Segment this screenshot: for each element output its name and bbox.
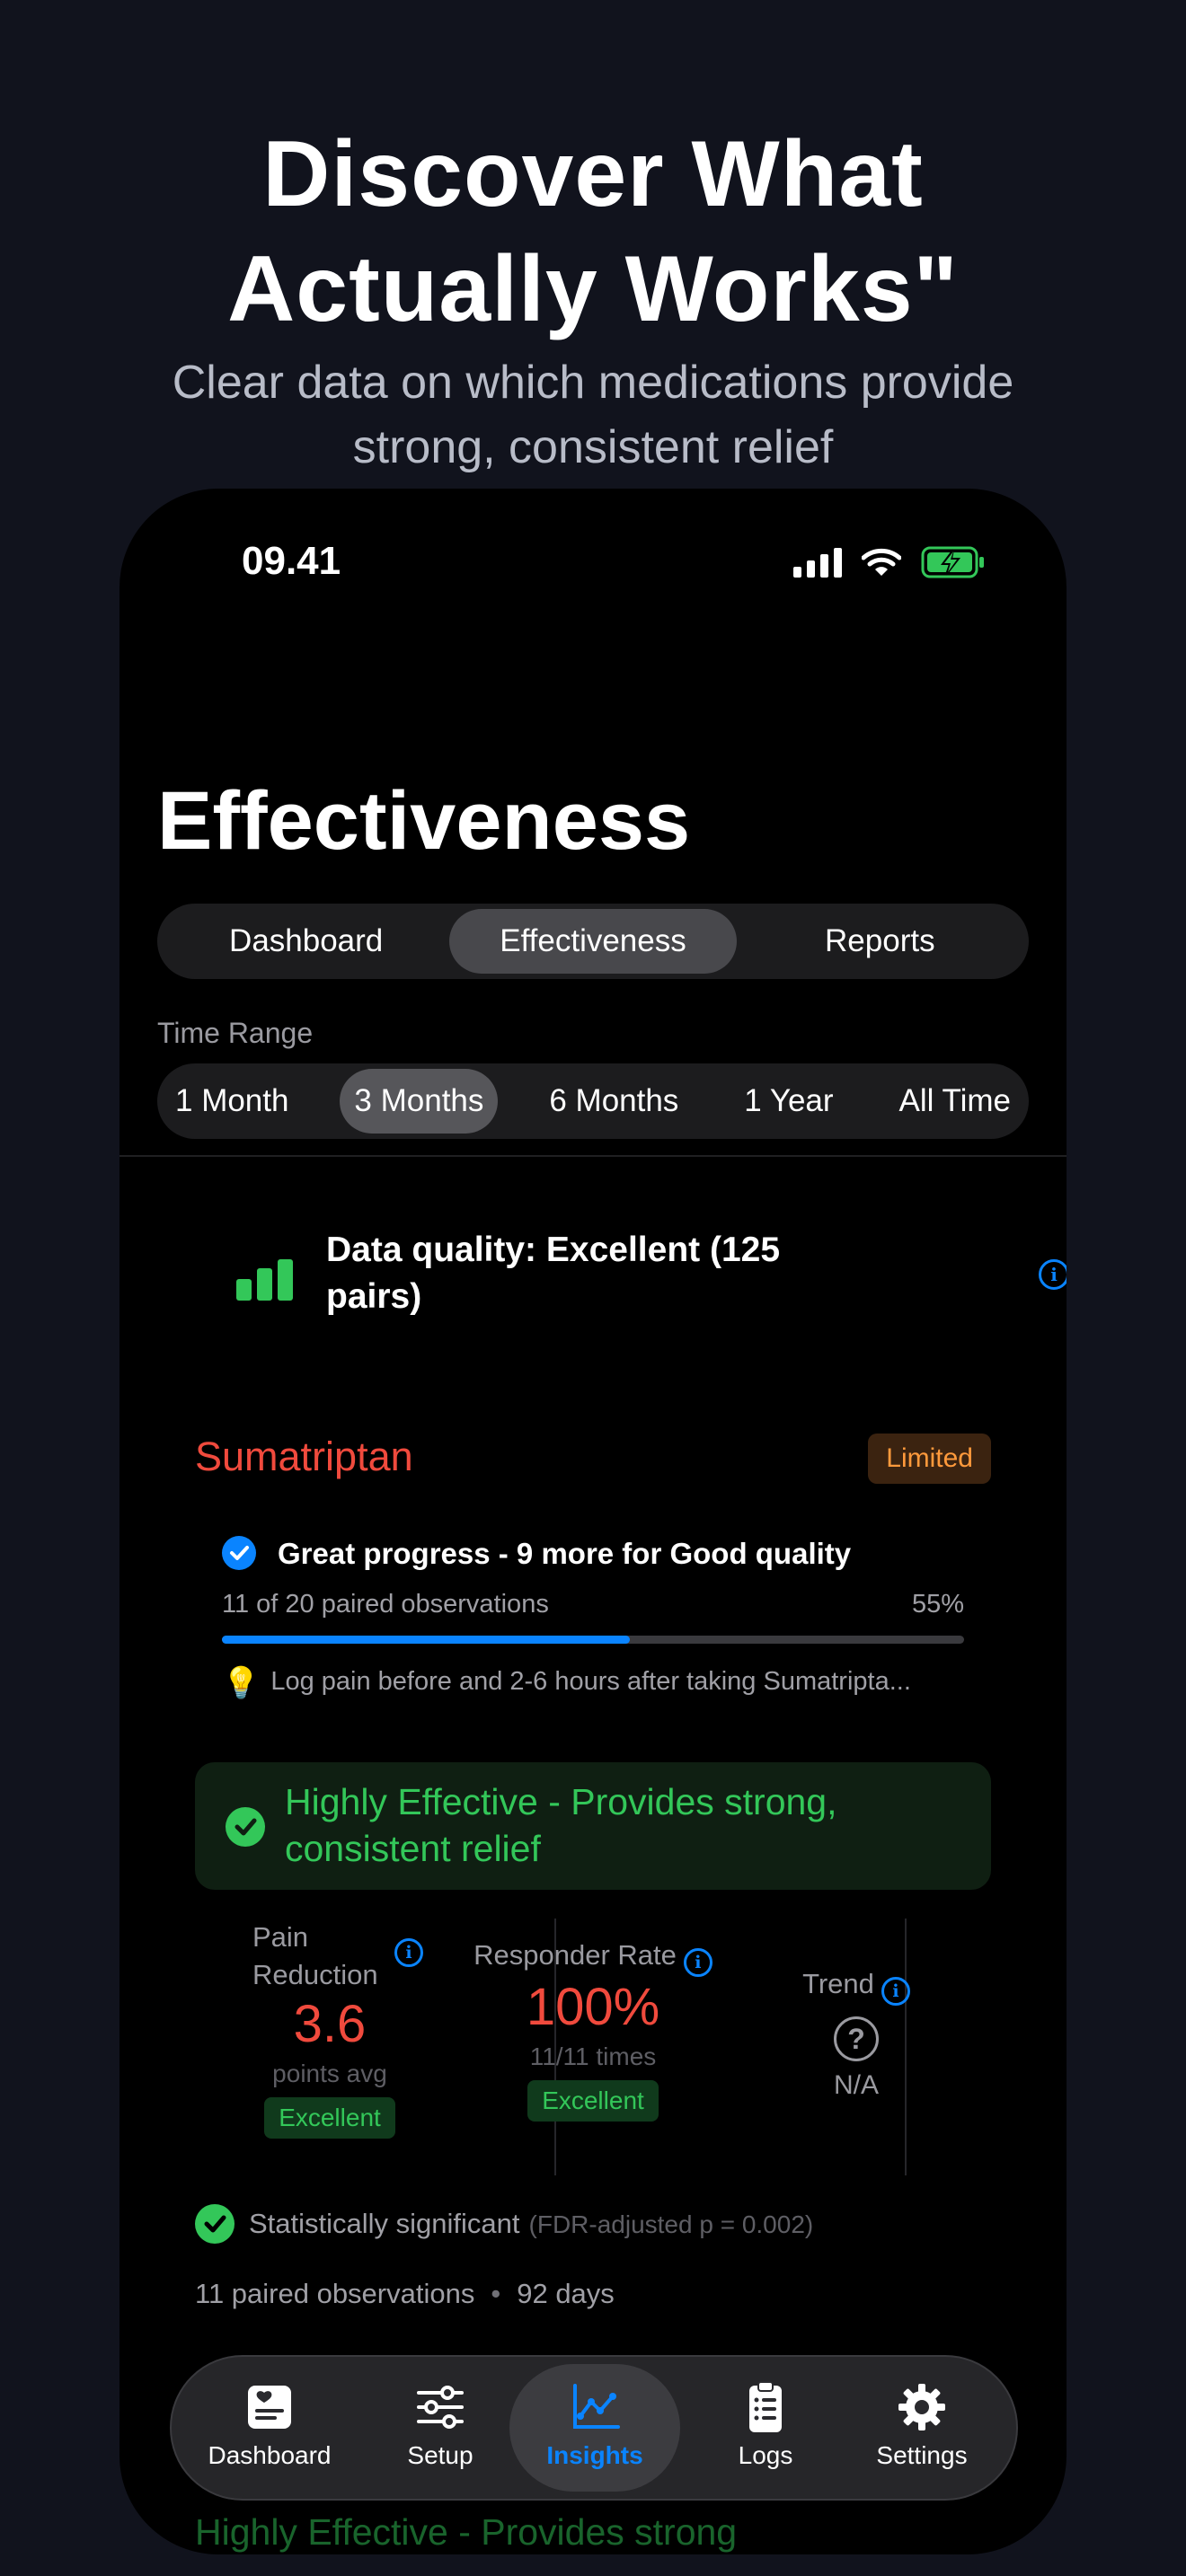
check-circle-icon <box>226 1807 265 1847</box>
pain-reduction-label: Pain Reduction <box>252 1921 378 1990</box>
significance-row: Statistically significant (FDR-adjusted p… <box>195 2204 813 2244</box>
quality-bars-icon <box>236 1259 293 1301</box>
responder-rate-rating: Excellent <box>527 2080 659 2122</box>
promo-headline-line-2: Actually Works" <box>227 237 959 341</box>
logging-tip: 💡 Log pain before and 2-6 hours after tak… <box>222 1665 911 1701</box>
data-quality-row: Data quality: Excellent (125 pairs) i <box>236 1227 1067 1335</box>
metrics-row: Pain Reduction i 3.6 points avg Excellent… <box>195 1919 991 2179</box>
line-chart-icon <box>573 2384 620 2429</box>
clipboard-list-icon <box>749 2381 782 2432</box>
tabbar-item-setup[interactable]: Setup <box>355 2364 526 2492</box>
progress-percent: 55% <box>911 1590 964 1619</box>
tab-reports[interactable]: Reports <box>737 909 1023 974</box>
range-3-months[interactable]: 3 Months <box>340 1069 499 1134</box>
observations-count: 11 paired observations <box>195 2278 475 2309</box>
data-quality-text: Data quality: Excellent (125 pairs) <box>326 1231 781 1316</box>
lightbulb-icon: 💡 <box>222 1666 261 1700</box>
wifi-icon <box>862 548 901 576</box>
time-range-label: Time Range <box>157 1017 314 1049</box>
trend-label: Trend <box>802 1968 874 1999</box>
responder-rate-unit: 11/11 times <box>529 2042 657 2070</box>
tabbar-item-dashboard[interactable]: Dashboard <box>184 2364 355 2492</box>
responder-rate-label: Responder Rate <box>474 1939 677 1971</box>
page-title: Effectiveness <box>157 775 691 867</box>
effectiveness-verdict-card: Highly Effective - Provides strong, cons… <box>195 1762 991 1890</box>
checkmark-icon <box>222 1536 256 1570</box>
info-icon[interactable]: i <box>881 1977 910 2006</box>
range-all-time[interactable]: All Time <box>885 1069 1025 1134</box>
next-card-preview: Highly Effective - Provides strong <box>195 2511 738 2553</box>
tabbar-item-logs[interactable]: Logs <box>680 2364 851 2492</box>
medication-name: Sumatriptan <box>195 1434 413 1479</box>
progress-title: Great progress - 9 more for Good quality <box>278 1537 852 1570</box>
info-icon[interactable]: i <box>1039 1259 1067 1290</box>
responder-rate-label-row: Responder Rate i <box>465 1936 721 1977</box>
tab-effectiveness[interactable]: Effectiveness <box>449 909 737 974</box>
progress-bar <box>222 1636 964 1644</box>
promo-headline: Discover What Actually Works" <box>0 117 1186 347</box>
responder-rate-value: 100% <box>526 1978 660 2036</box>
pain-reduction-rating: Excellent <box>264 2097 395 2139</box>
bottom-tab-bar: Dashboard Setup Insights Logs Settings <box>170 2355 1018 2501</box>
significance-note: (FDR-adjusted p = 0.002) <box>528 2210 814 2238</box>
tabbar-label: Logs <box>738 2441 793 2469</box>
time-range-control: 1 Month 3 Months 6 Months 1 Year All Tim… <box>157 1063 1029 1139</box>
separator-dot: • <box>491 2278 501 2309</box>
trend-label-row: Trend i <box>721 1965 991 2006</box>
promo-headline-line-1: Discover What <box>262 122 924 226</box>
phone-screen: 09.41 Effectiveness Dashboard Effectiven… <box>119 489 1067 2554</box>
verdict-text: Highly Effective - Provides strong, cons… <box>285 1781 837 1869</box>
range-6-months[interactable]: 6 Months <box>535 1069 693 1134</box>
gear-icon <box>898 2384 945 2430</box>
promo-subline: Clear data on which medications provide … <box>172 357 1014 473</box>
pain-reduction-value: 3.6 <box>293 1995 367 2053</box>
tabbar-item-insights[interactable]: Insights <box>509 2364 680 2492</box>
status-icons <box>793 546 986 578</box>
progress-bar-fill <box>222 1636 631 1644</box>
observations-row: 11 paired observations • 92 days <box>195 2278 615 2310</box>
pain-reduction-unit: points avg <box>272 2060 387 2087</box>
range-1-year[interactable]: 1 Year <box>730 1069 847 1134</box>
info-icon[interactable]: i <box>683 1948 712 1977</box>
progress-subtitle: 11 of 20 paired observations <box>222 1590 549 1619</box>
tabbar-item-settings[interactable]: Settings <box>836 2364 1007 2492</box>
heart-card-icon <box>248 2386 291 2429</box>
status-time: 09.41 <box>242 539 341 583</box>
battery-charging-icon <box>921 546 984 578</box>
metric-pain-reduction: Pain Reduction i 3.6 points avg Excellent <box>195 1919 465 2179</box>
logging-tip-text: Log pain before and 2-6 hours after taki… <box>270 1667 911 1696</box>
tabbar-label: Setup <box>407 2441 474 2469</box>
tabbar-label: Dashboard <box>208 2441 332 2469</box>
info-icon[interactable]: i <box>394 1938 423 1967</box>
observations-days: 92 days <box>517 2278 615 2309</box>
check-circle-icon <box>195 2204 235 2244</box>
tabbar-label: Insights <box>546 2441 643 2469</box>
cellular-signal-icon <box>793 547 842 578</box>
limited-badge: Limited <box>868 1434 991 1484</box>
metric-trend: Trend i ? N/A <box>721 1919 991 2179</box>
divider <box>119 1155 1067 1157</box>
tab-dashboard[interactable]: Dashboard <box>163 909 449 974</box>
trend-value: N/A <box>833 2070 879 2100</box>
main-segmented-control: Dashboard Effectiveness Reports <box>157 904 1029 979</box>
question-circle-icon: ? <box>834 2016 879 2061</box>
range-1-month[interactable]: 1 Month <box>161 1069 303 1134</box>
sliders-icon <box>417 2386 464 2429</box>
metric-responder-rate: Responder Rate i 100% 11/11 times Excelle… <box>465 1919 721 2179</box>
tabbar-label: Settings <box>876 2441 968 2469</box>
significance-text: Statistically significant <box>249 2208 520 2239</box>
